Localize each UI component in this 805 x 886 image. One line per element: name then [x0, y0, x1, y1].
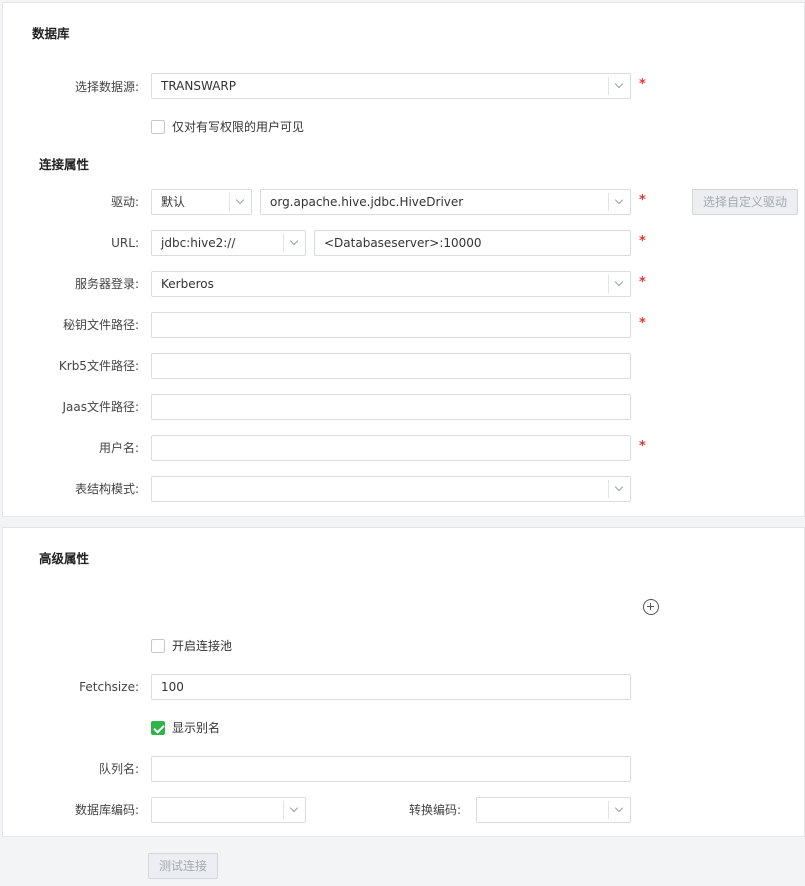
driver-type-select[interactable]: 默认	[151, 189, 252, 215]
server-login-label: 服务器登录:	[74, 277, 139, 291]
required-mark: *	[639, 439, 646, 454]
connection-pool-label: 开启连接池	[172, 639, 233, 653]
chevron-down-icon	[283, 801, 305, 819]
advanced-panel: 高级属性 开启连接池 Fetchsize: 100 显示别名 队列名: 数据库编…	[2, 527, 805, 837]
connection-title: 连接属性	[39, 157, 90, 172]
schema-label: 表结构模式:	[74, 482, 139, 496]
username-label: 用户名:	[98, 441, 139, 455]
chevron-down-icon	[229, 193, 251, 211]
chevron-down-icon	[608, 480, 630, 498]
queue-name-label: 队列名:	[98, 762, 139, 776]
show-alias-checkbox[interactable]	[151, 721, 165, 735]
server-login-value: Kerberos	[161, 277, 214, 291]
jaas-path-label: Jaas文件路径:	[62, 400, 139, 414]
datasource-select[interactable]: TRANSWARP	[151, 73, 631, 99]
required-mark: *	[639, 77, 646, 92]
database-title: 数据库	[32, 26, 70, 41]
required-mark: *	[639, 234, 646, 249]
fetchsize-input[interactable]: 100	[151, 674, 631, 700]
url-label: URL:	[111, 236, 139, 250]
driver-class-value: org.apache.hive.jdbc.HiveDriver	[270, 195, 464, 209]
chevron-down-icon	[283, 234, 305, 252]
fetchsize-label: Fetchsize:	[79, 680, 139, 694]
required-mark: *	[639, 193, 646, 208]
advanced-title: 高级属性	[39, 551, 90, 566]
schema-select[interactable]	[151, 476, 631, 502]
queue-name-input[interactable]	[151, 756, 631, 782]
show-alias-label: 显示别名	[172, 721, 221, 735]
database-panel: 数据库 选择数据源: TRANSWARP * 仅对有写权限的用户可见 连接属性 …	[2, 2, 805, 517]
convert-encoding-select[interactable]	[476, 797, 631, 823]
plus-circle-icon[interactable]	[643, 599, 659, 615]
url-prefix-value: jdbc:hive2://	[161, 236, 236, 250]
url-prefix-select[interactable]: jdbc:hive2://	[151, 230, 306, 256]
url-server-input[interactable]: <Databaseserver>:10000	[314, 230, 631, 256]
driver-label: 驱动:	[110, 195, 139, 209]
krb5-path-label: Krb5文件路径:	[58, 359, 139, 373]
test-connection-button[interactable]: 测试连接	[148, 853, 218, 879]
db-encoding-label: 数据库编码:	[74, 803, 139, 817]
driver-class-select[interactable]: org.apache.hive.jdbc.HiveDriver	[260, 189, 631, 215]
required-mark: *	[639, 275, 646, 290]
required-mark: *	[639, 316, 646, 331]
custom-driver-button[interactable]: 选择自定义驱动	[692, 189, 798, 215]
jaas-path-input[interactable]	[151, 394, 631, 420]
db-encoding-select[interactable]	[151, 797, 306, 823]
username-input[interactable]	[151, 435, 631, 461]
chevron-down-icon	[608, 801, 630, 819]
server-login-select[interactable]: Kerberos	[151, 271, 631, 297]
keytab-path-label: 秘钥文件路径:	[62, 318, 139, 332]
driver-type-value: 默认	[161, 195, 186, 209]
datasource-label: 选择数据源:	[74, 80, 139, 94]
connection-pool-checkbox[interactable]	[151, 639, 165, 653]
chevron-down-icon	[608, 77, 630, 95]
krb5-path-input[interactable]	[151, 353, 631, 379]
write-permission-label: 仅对有写权限的用户可见	[172, 120, 305, 134]
chevron-down-icon	[608, 193, 630, 211]
write-permission-checkbox[interactable]	[151, 120, 165, 134]
chevron-down-icon	[608, 275, 630, 293]
datasource-value: TRANSWARP	[161, 79, 236, 93]
keytab-path-input[interactable]	[151, 312, 631, 338]
convert-encoding-label: 转换编码:	[408, 803, 461, 817]
